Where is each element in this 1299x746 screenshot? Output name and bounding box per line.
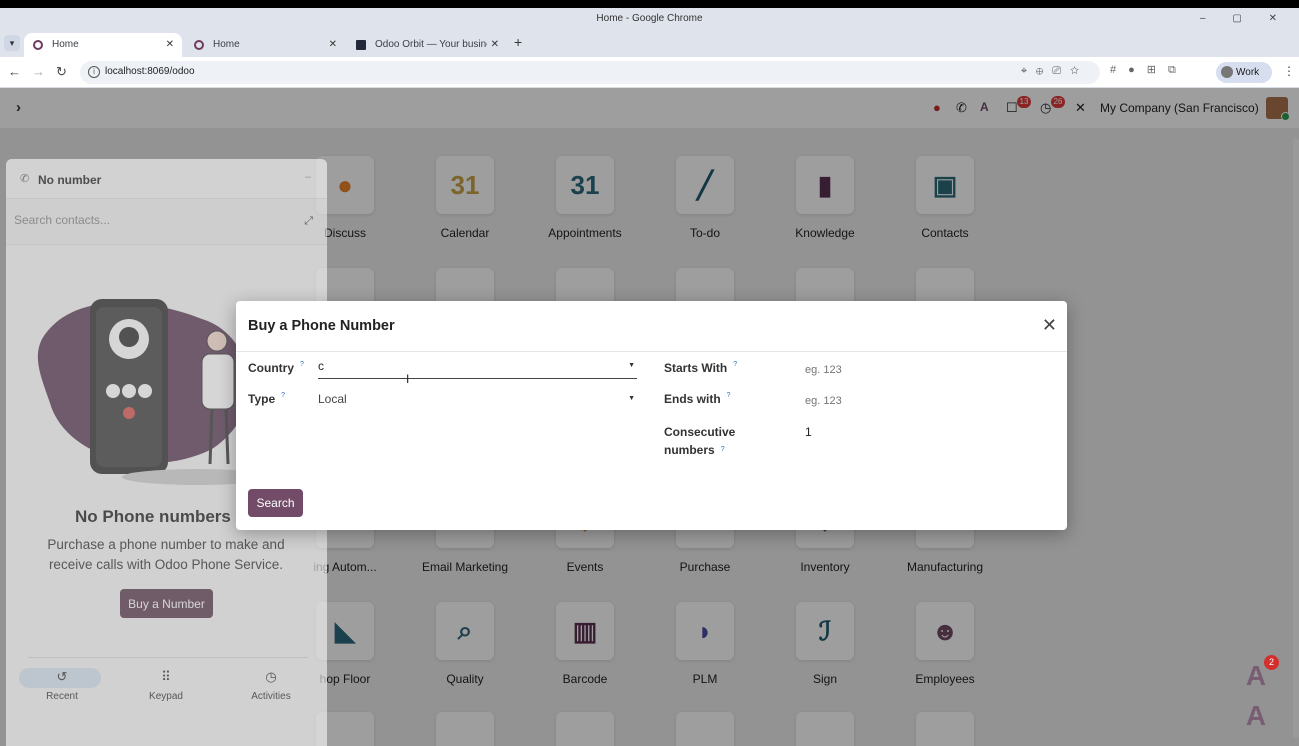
close-tab-icon[interactable]: ✕ xyxy=(491,33,499,57)
consecutive-numbers-label: Consecutive numbers? xyxy=(664,425,736,457)
back-icon[interactable]: ← xyxy=(8,64,21,79)
type-label: Type? xyxy=(248,392,286,406)
country-label: Country? xyxy=(248,361,304,375)
search-button[interactable]: Search xyxy=(248,489,303,517)
type-value: Local xyxy=(318,392,347,406)
consecutive-numbers-input[interactable] xyxy=(805,425,1045,439)
window-title: Home - Google Chrome xyxy=(596,13,703,24)
browser-tab-odoo-orbit[interactable]: Odoo Orbit — Your business ✕ xyxy=(347,33,507,57)
ends-with-input[interactable] xyxy=(805,395,1045,407)
site-info-icon[interactable]: i xyxy=(88,66,100,78)
extension-icons[interactable]: #●⊞⧉ xyxy=(1110,63,1188,77)
odoo-favicon-icon xyxy=(33,40,43,50)
help-icon[interactable]: ? xyxy=(300,361,304,368)
close-tab-icon[interactable]: ✕ xyxy=(166,33,174,57)
window-titlebar: Home - Google Chrome – ▢ ✕ xyxy=(0,8,1299,30)
starts-with-input[interactable] xyxy=(805,364,1045,376)
starts-with-field[interactable] xyxy=(805,362,1045,382)
tab-strip: ▾ Home ✕ Home ✕ Odoo Orbit — Your busine… xyxy=(0,30,1299,57)
consecutive-numbers-field[interactable] xyxy=(805,425,1045,445)
close-tab-icon[interactable]: ✕ xyxy=(329,33,337,57)
url-text[interactable]: localhost:8069/odoo xyxy=(105,66,195,77)
browser-tab-home[interactable]: Home ✕ xyxy=(185,33,345,57)
starts-with-label: Starts With? xyxy=(664,361,738,375)
country-field[interactable]: ▼ xyxy=(318,359,637,379)
ai-notification-badge: 2 xyxy=(1264,655,1279,670)
help-icon[interactable]: ? xyxy=(733,361,737,368)
address-bar[interactable]: i localhost:8069/odoo ⌖⊕⎚☆ xyxy=(80,61,1100,84)
browser-toolbar: ← → ↻ i localhost:8069/odoo ⌖⊕⎚☆ xyxy=(0,57,1299,88)
chevron-down-icon[interactable]: ▼ xyxy=(628,395,635,402)
country-input[interactable] xyxy=(318,359,637,373)
help-icon[interactable]: ? xyxy=(721,446,725,453)
browser-tab-home-active[interactable]: Home ✕ xyxy=(24,33,182,57)
reload-icon[interactable]: ↻ xyxy=(56,64,67,80)
help-icon[interactable]: ? xyxy=(727,392,731,399)
forward-icon[interactable]: → xyxy=(32,64,45,79)
text-cursor-icon: I xyxy=(406,372,410,386)
buy-phone-number-dialog: Buy a Phone Number ✕ Country? ▼ Type? Lo… xyxy=(236,301,1067,530)
ends-with-label: Ends with? xyxy=(664,392,731,406)
site-favicon-icon xyxy=(356,40,366,50)
tab-title: Home xyxy=(52,39,79,50)
chrome-menu-icon[interactable]: ⋮ xyxy=(1283,64,1295,78)
ends-with-field[interactable] xyxy=(805,393,1045,413)
type-select[interactable]: Local ▼ xyxy=(318,392,637,412)
new-tab-icon[interactable]: + xyxy=(514,34,522,50)
omnibox-actions[interactable]: ⌖⊕⎚☆ xyxy=(1021,65,1088,78)
dialog-header: Buy a Phone Number ✕ xyxy=(236,301,1067,352)
tab-title: Home xyxy=(213,39,240,50)
close-icon[interactable]: ✕ xyxy=(1042,315,1057,336)
chevron-down-icon[interactable]: ▼ xyxy=(628,362,635,369)
profile-button[interactable]: Work xyxy=(1216,62,1272,83)
odoo-favicon-icon xyxy=(194,40,204,50)
help-icon[interactable]: ? xyxy=(281,392,285,399)
tab-title: Odoo Orbit — Your business xyxy=(375,39,487,50)
tab-search-button[interactable]: ▾ xyxy=(4,35,20,51)
page-scrollbar[interactable] xyxy=(1293,138,1299,738)
ai-assistant-icon[interactable]: A xyxy=(1236,700,1276,731)
window-controls[interactable]: – ▢ ✕ xyxy=(1200,8,1289,30)
dialog-title: Buy a Phone Number xyxy=(248,318,395,334)
